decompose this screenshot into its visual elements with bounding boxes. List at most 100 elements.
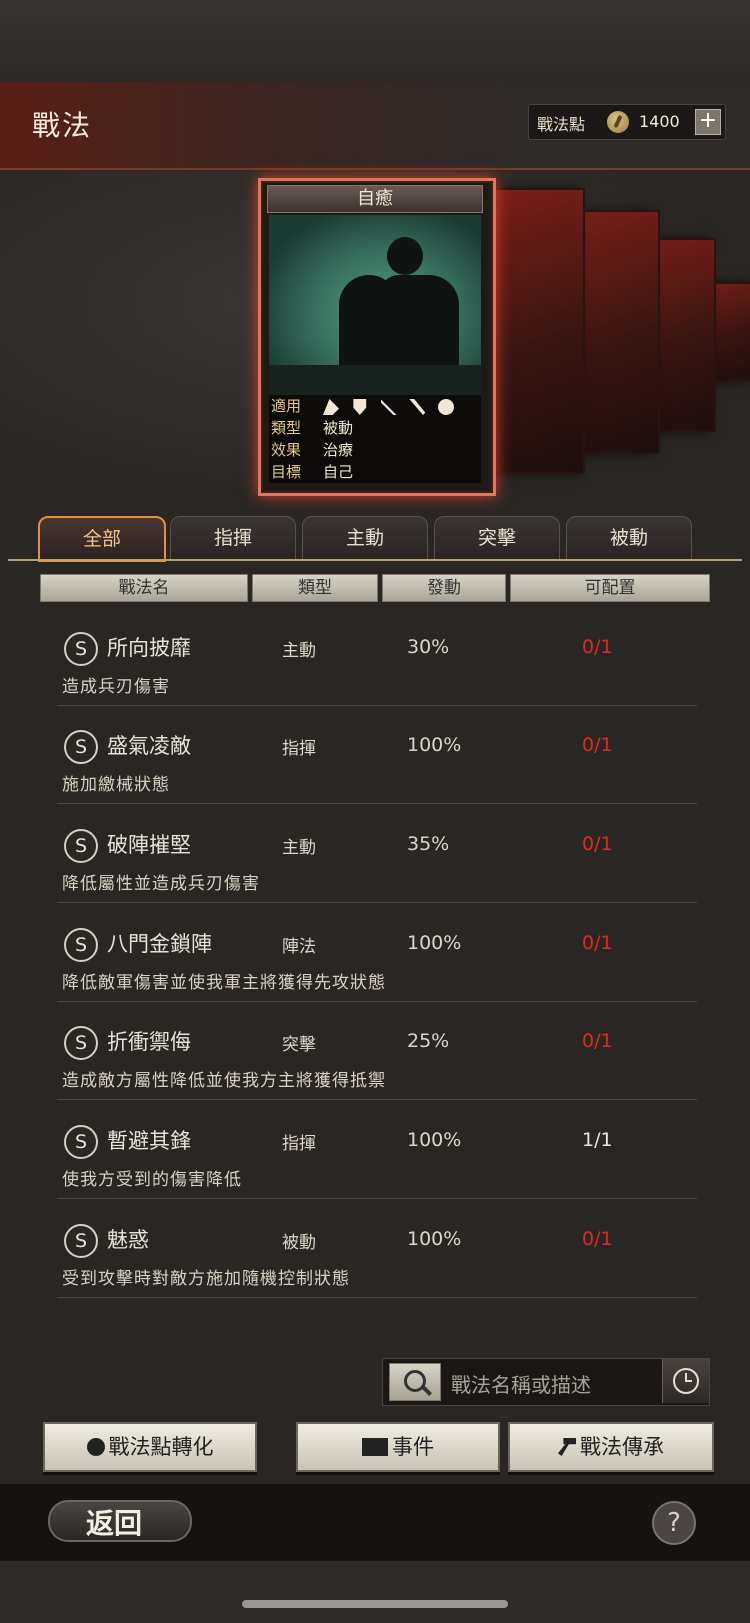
back-label: 返回 bbox=[86, 1507, 143, 1540]
inherit-button[interactable]: 戰法傳承 bbox=[508, 1422, 714, 1472]
tactic-row[interactable]: S 盛氣凌敵 指揮 100% 0/1 施加繳械狀態 bbox=[12, 708, 740, 804]
tactic-row[interactable]: S 八門金鎖陣 陣法 100% 0/1 降低敵軍傷害並使我軍主將獲得先攻狀態 bbox=[12, 906, 740, 1002]
home-indicator[interactable] bbox=[242, 1600, 508, 1608]
grade-s-icon: S bbox=[64, 928, 98, 962]
tactic-name: 八門金鎖陣 bbox=[107, 932, 212, 956]
tab-passive[interactable]: 被動 bbox=[566, 516, 692, 560]
help-button[interactable]: ? bbox=[652, 1501, 696, 1545]
tactic-desc: 使我方受到的傷害降低 bbox=[62, 1170, 242, 1190]
row-divider bbox=[57, 1099, 697, 1100]
tactic-rate: 35% bbox=[407, 833, 450, 855]
tab-active[interactable]: 主動 bbox=[302, 516, 428, 560]
tactic-list[interactable]: S 所向披靡 主動 30% 0/1 造成兵刃傷害 S 盛氣凌敵 指揮 100% … bbox=[12, 610, 740, 1340]
card-row-effect: 效果 治療 bbox=[269, 439, 481, 461]
header-bar: 戰法 戰法點 1400 + bbox=[0, 82, 750, 170]
hammer-icon bbox=[558, 1438, 576, 1456]
tactic-type: 主動 bbox=[282, 641, 316, 661]
points-label: 戰法點 bbox=[537, 115, 586, 134]
tactic-type: 突擊 bbox=[282, 1035, 316, 1055]
tactic-rate: 100% bbox=[407, 734, 462, 756]
tactic-slots: 0/1 bbox=[582, 833, 613, 855]
row-divider bbox=[57, 1198, 697, 1199]
tactic-type: 指揮 bbox=[282, 739, 316, 759]
tactic-rate: 25% bbox=[407, 1030, 450, 1052]
card-back-1[interactable] bbox=[485, 188, 585, 474]
tactic-type: 主動 bbox=[282, 838, 316, 858]
convert-points-button[interactable]: 戰法點轉化 bbox=[43, 1422, 257, 1472]
page-title: 戰法 bbox=[32, 109, 93, 142]
tab-all[interactable]: 全部 bbox=[38, 516, 166, 562]
clock-icon bbox=[673, 1368, 699, 1394]
points-value: 1400 bbox=[639, 112, 680, 131]
bow-icon bbox=[380, 399, 397, 415]
search-input[interactable]: 戰法名稱或描述 bbox=[451, 1369, 591, 1398]
grade-s-icon: S bbox=[64, 1224, 98, 1258]
add-points-button[interactable]: + bbox=[695, 109, 721, 135]
tactic-slots: 1/1 bbox=[582, 1129, 613, 1151]
row-divider bbox=[57, 705, 697, 706]
tactic-slots: 0/1 bbox=[582, 734, 613, 756]
cavalry-icon bbox=[323, 399, 339, 415]
col-header-rate[interactable]: 發動 bbox=[382, 574, 506, 602]
grade-s-icon: S bbox=[64, 632, 98, 666]
featured-tactic-card[interactable]: 自癒 適用 類型 被動 效果 治療 目標 自己 bbox=[258, 178, 496, 496]
shield-icon bbox=[353, 399, 367, 415]
tactic-points-box: 戰法點 1400 + bbox=[528, 104, 726, 140]
tactic-desc: 造成敵方屬性降低並使我方主將獲得抵禦 bbox=[62, 1071, 386, 1091]
tactic-name: 魅惑 bbox=[107, 1228, 149, 1252]
search-icon bbox=[404, 1370, 426, 1392]
tactic-slots: 0/1 bbox=[582, 636, 613, 658]
tactic-row[interactable]: S 魅惑 被動 100% 0/1 受到攻擊時對敵方施加隨機控制狀態 bbox=[12, 1202, 740, 1298]
scroll-icon bbox=[362, 1438, 388, 1456]
tactic-desc: 施加繳械狀態 bbox=[62, 775, 170, 795]
row-divider bbox=[57, 1001, 697, 1002]
tactic-type: 指揮 bbox=[282, 1134, 316, 1154]
col-header-slots[interactable]: 可配置 bbox=[510, 574, 710, 602]
tactic-name: 盛氣凌敵 bbox=[107, 734, 191, 758]
card-row-target: 目標 自己 bbox=[269, 461, 481, 483]
siege-icon bbox=[438, 399, 455, 415]
tactic-row[interactable]: S 折衝禦侮 突擊 25% 0/1 造成敵方屬性降低並使我方主將獲得抵禦 bbox=[12, 1004, 740, 1100]
tactic-desc: 降低屬性並造成兵刃傷害 bbox=[62, 874, 260, 894]
card-row-type: 類型 被動 bbox=[269, 417, 481, 439]
tactic-type: 被動 bbox=[282, 1233, 316, 1253]
top-background bbox=[0, 0, 750, 85]
col-header-name[interactable]: 戰法名 bbox=[40, 574, 248, 602]
tactic-rate: 100% bbox=[407, 1129, 462, 1151]
event-button[interactable]: 事件 bbox=[296, 1422, 500, 1472]
col-header-type[interactable]: 類型 bbox=[252, 574, 378, 602]
tactic-type: 陣法 bbox=[282, 937, 316, 957]
tab-command[interactable]: 指揮 bbox=[170, 516, 296, 560]
tactic-row[interactable]: S 所向披靡 主動 30% 0/1 造成兵刃傷害 bbox=[12, 610, 740, 706]
tactic-point-icon bbox=[607, 111, 629, 133]
row-divider bbox=[57, 803, 697, 804]
tactic-rate: 100% bbox=[407, 1228, 462, 1250]
tactic-slots: 0/1 bbox=[582, 932, 613, 954]
search-button[interactable] bbox=[389, 1363, 441, 1401]
tactic-row[interactable]: S 暫避其鋒 指揮 100% 1/1 使我方受到的傷害降低 bbox=[12, 1103, 740, 1199]
tactic-row[interactable]: S 破陣摧堅 主動 35% 0/1 降低屬性並造成兵刃傷害 bbox=[12, 807, 740, 903]
column-headers: 戰法名 類型 發動 可配置 bbox=[40, 574, 710, 602]
tactic-name: 折衝禦侮 bbox=[107, 1030, 191, 1054]
tactic-slots: 0/1 bbox=[582, 1030, 613, 1052]
tactic-name: 暫避其鋒 bbox=[107, 1129, 191, 1153]
tactic-desc: 造成兵刃傷害 bbox=[62, 677, 170, 697]
grade-s-icon: S bbox=[64, 1125, 98, 1159]
card-artwork bbox=[269, 215, 481, 395]
tactic-rate: 30% bbox=[407, 636, 450, 658]
tactic-slots: 0/1 bbox=[582, 1228, 613, 1250]
card-title: 自癒 bbox=[267, 185, 483, 213]
tab-assault[interactable]: 突擊 bbox=[434, 516, 560, 560]
fire-icon bbox=[86, 1438, 105, 1456]
row-divider bbox=[57, 1297, 697, 1298]
history-button[interactable] bbox=[662, 1359, 709, 1403]
search-bar: 戰法名稱或描述 bbox=[382, 1358, 710, 1406]
footer-bar: 返回 ? bbox=[0, 1483, 750, 1562]
tabs-divider bbox=[8, 559, 742, 561]
tactic-name: 所向披靡 bbox=[107, 636, 191, 660]
bottom-background bbox=[0, 1561, 750, 1623]
tactic-desc: 受到攻擊時對敵方施加隨機控制狀態 bbox=[62, 1269, 350, 1289]
row-divider bbox=[57, 902, 697, 903]
grade-s-icon: S bbox=[64, 1026, 98, 1060]
back-button[interactable]: 返回 bbox=[48, 1494, 192, 1544]
